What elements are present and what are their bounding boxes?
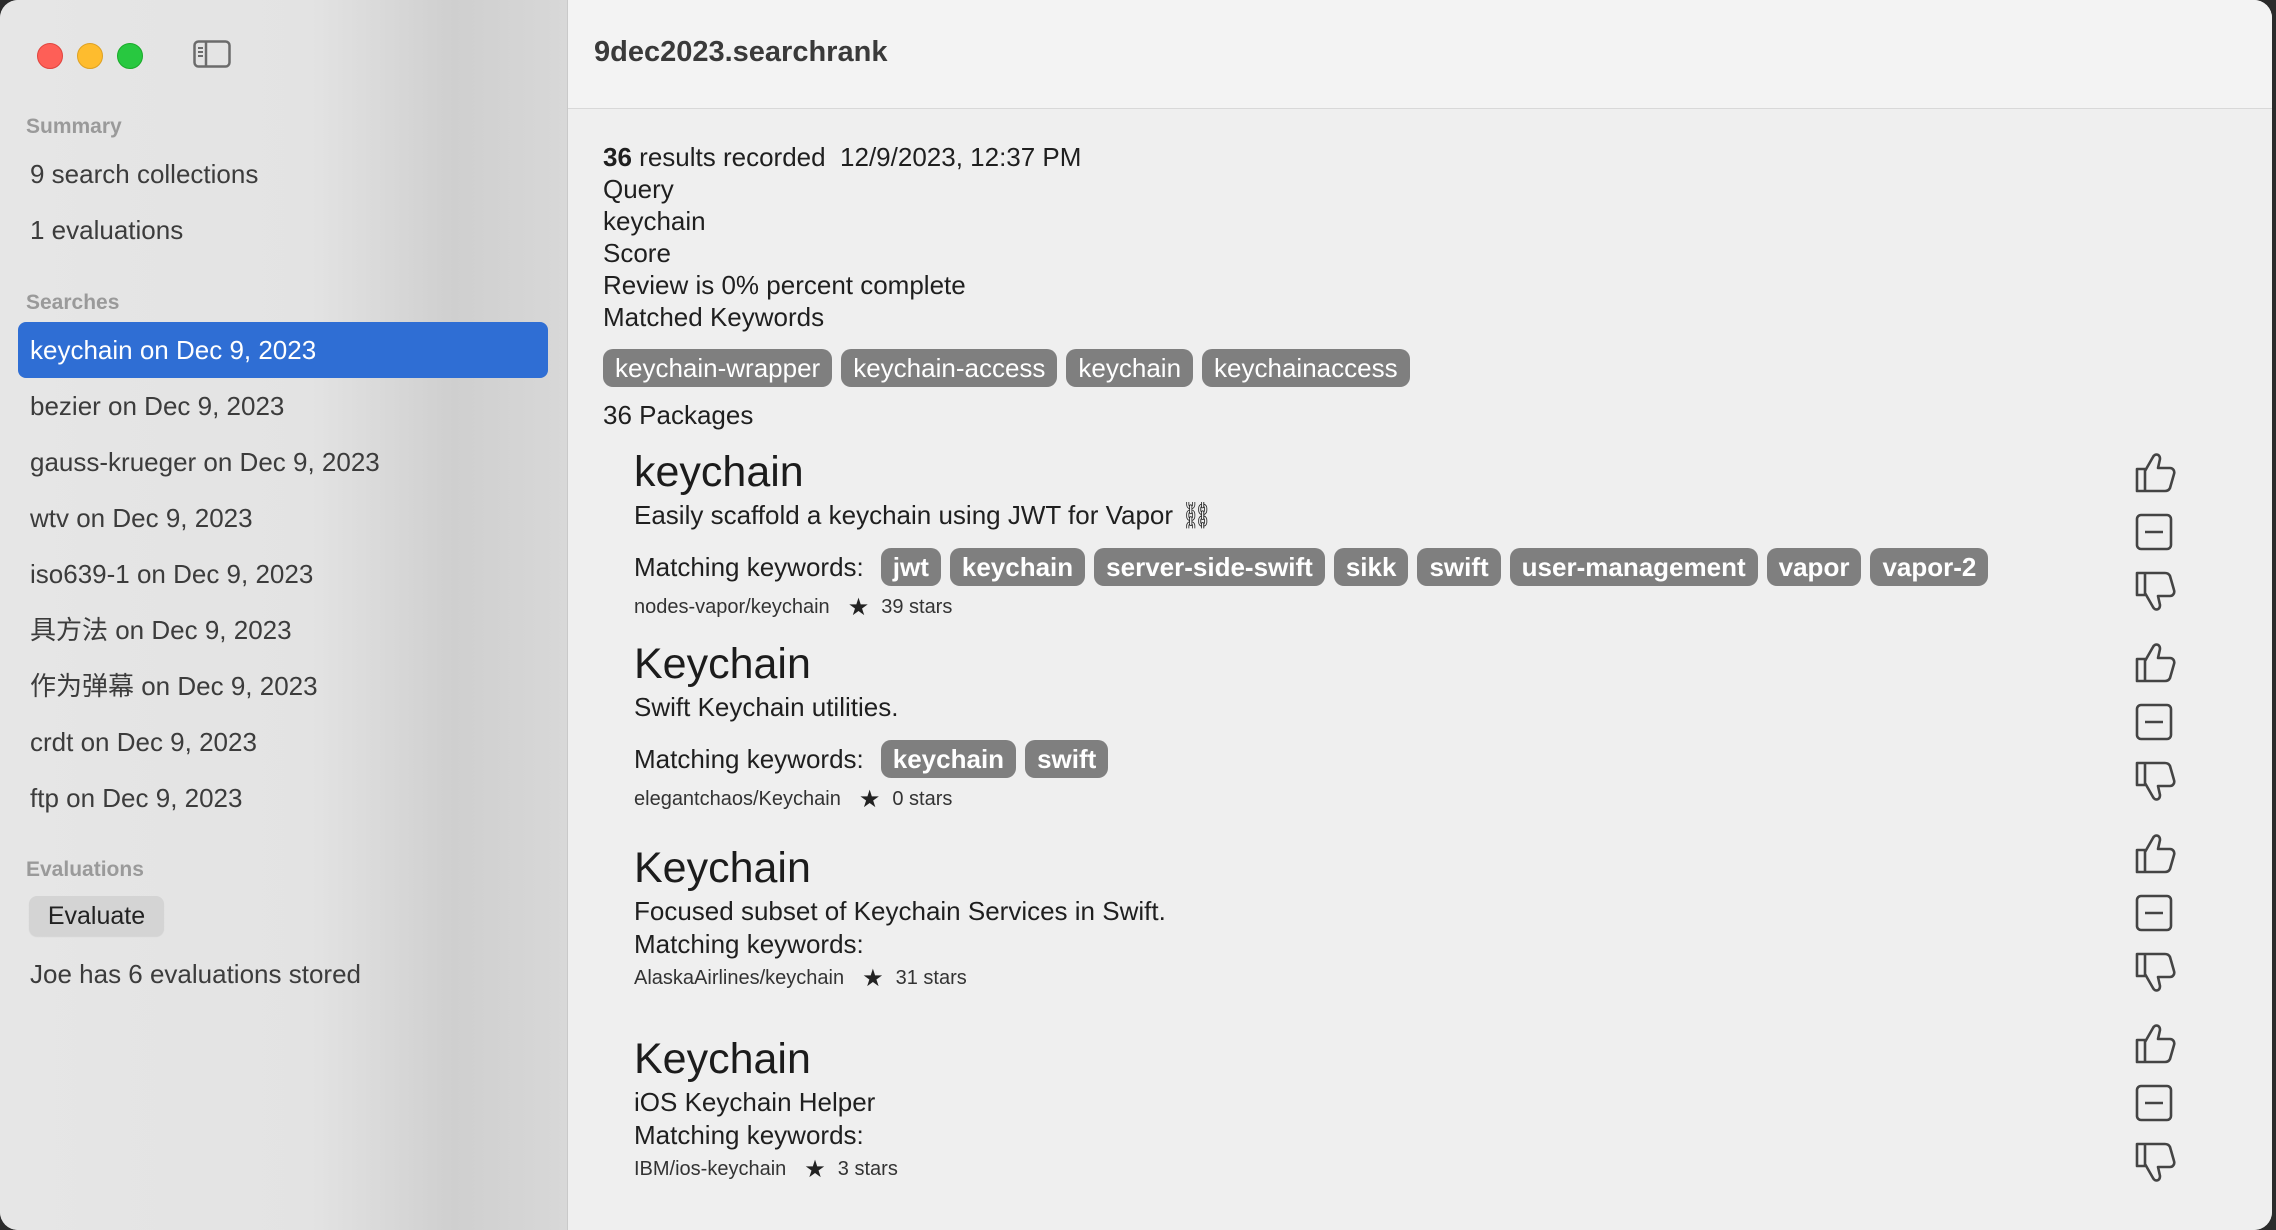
searches-header: Searches [26,291,120,314]
review-progress-text: Review is 0% percent complete [603,270,966,300]
package-stars: 3 stars [837,1158,898,1180]
star-icon: ★ [804,1156,826,1183]
package-description: iOS Keychain Helper [634,1087,876,1117]
matching-keywords-label: Matching keywords: [634,743,864,774]
zoom-window-button[interactable] [117,43,143,69]
package-repo: AlaskaAirlines/keychain [634,967,845,989]
minimize-window-button[interactable] [77,43,103,69]
evaluations-header: Evaluations [26,858,144,881]
keyword-chip: vapor-2 [1870,548,1989,586]
sidebar-search-item[interactable]: wtv on Dec 9, 2023 [18,490,548,546]
sidebar-search-item[interactable]: ftp on Dec 9, 2023 [18,770,548,826]
recorded-timestamp: 12/9/2023, 12:37 PM [840,142,1082,172]
package-repo: IBM/ios-keychain [634,1158,787,1180]
keyword-chip: keychain [880,740,1017,778]
thumbs-up-icon[interactable] [2129,447,2179,497]
package-description: Focused subset of Keychain Services in S… [634,896,1166,926]
thumbs-up-icon[interactable] [2129,828,2179,878]
keyword-chip: vapor [1766,548,1862,586]
package-keywords: Matching keywords: jwt keychain server-s… [634,548,1989,586]
thumbs-down-icon[interactable] [2129,567,2179,617]
thumbs-up-icon[interactable] [2129,637,2179,687]
package-keywords: Matching keywords: keychain swift [634,740,1109,778]
matching-keywords-label: Matching keywords: [634,1120,864,1150]
toolbar: 9dec2023.searchrank [568,0,2272,109]
sidebar-search-item[interactable]: iso639-1 on Dec 9, 2023 [18,546,548,602]
evaluations-note: Joe has 6 evaluations stored [30,959,361,989]
sidebar-search-item[interactable]: gauss-krueger on Dec 9, 2023 [18,434,548,490]
window-title: 9dec2023.searchrank [594,36,888,68]
package-stars: 0 stars [892,788,953,810]
results-label: results recorded [639,142,826,172]
sidebar-search-item[interactable]: 作为弹幕 on Dec 9, 2023 [18,658,548,714]
keyword-chip: keychainaccess [1202,349,1410,387]
sidebar-search-item[interactable]: keychain on Dec 9, 2023 [18,322,548,378]
star-icon: ★ [847,594,870,621]
keyword-chip: keychain [949,548,1086,586]
sidebar-item-evaluations[interactable]: 1 evaluations [30,215,183,246]
package-repo: elegantchaos/Keychain [634,788,841,810]
matched-keywords: keychain-wrapper keychain-access keychai… [603,349,1410,387]
query-value: keychain [603,206,706,236]
matching-keywords-label: Matching keywords: [634,929,864,959]
keyword-chip: user-management [1509,548,1758,586]
package-description: Swift Keychain utilities. [634,692,899,722]
keyword-chip: jwt [880,548,941,586]
matched-keywords-label: Matched Keywords [603,302,825,332]
keyword-chip: server-side-swift [1094,548,1325,586]
package-meta: elegantchaos/Keychain ★ 0 stars [634,785,952,814]
sidebar: Summary 9 search collections 1 evaluatio… [0,0,568,1230]
package-repo: nodes-vapor/keychain [634,596,830,618]
keyword-chip: swift [1417,548,1501,586]
evaluate-button[interactable]: Evaluate [29,896,164,936]
package-meta: nodes-vapor/keychain ★ 39 stars [634,593,952,622]
star-icon: ★ [858,786,881,813]
query-label: Query [603,174,674,204]
results-count: 36 [603,142,632,172]
sidebar-search-item[interactable]: 具方法 on Dec 9, 2023 [18,602,548,658]
package-meta: AlaskaAirlines/keychain ★ 31 stars [634,964,967,993]
package-name: Keychain [634,844,811,892]
minus-square-icon[interactable] [2129,888,2179,938]
keyword-chip: sikk [1333,548,1409,586]
detail-pane: 9dec2023.searchrank 36 results recorded … [568,0,2272,1230]
minus-square-icon[interactable] [2129,697,2179,747]
thumbs-down-icon[interactable] [2129,1138,2179,1188]
package-stars: 31 stars [895,967,967,989]
thumbs-down-icon[interactable] [2129,757,2179,807]
sidebar-item-search-collections[interactable]: 9 search collections [30,159,258,190]
minus-square-icon[interactable] [2129,507,2179,557]
app-window: Summary 9 search collections 1 evaluatio… [0,0,2272,1230]
star-icon: ★ [862,965,884,992]
minus-square-icon[interactable] [2129,1078,2179,1128]
packages-count: 36 Packages [603,400,754,430]
package-name: keychain [634,448,804,496]
keyword-chip: keychain [1066,349,1194,387]
package-stars: 39 stars [881,596,953,618]
thumbs-up-icon[interactable] [2129,1018,2179,1068]
package-description: Easily scaffold a keychain using JWT for… [634,500,1214,530]
matching-keywords-label: Matching keywords: [634,551,864,582]
sidebar-toggle-icon[interactable] [193,40,231,68]
summary-header: Summary [26,115,122,138]
close-window-button[interactable] [37,43,63,69]
package-name: Keychain [634,1035,811,1083]
package-name: Keychain [634,640,811,688]
keyword-chip: keychain-access [841,349,1058,387]
keyword-chip: swift [1025,740,1109,778]
keyword-chip: keychain-wrapper [603,349,833,387]
thumbs-down-icon[interactable] [2129,948,2179,998]
sidebar-search-item[interactable]: crdt on Dec 9, 2023 [18,714,548,770]
sidebar-search-item[interactable]: bezier on Dec 9, 2023 [18,378,548,434]
package-meta: IBM/ios-keychain ★ 3 stars [634,1155,898,1184]
score-label: Score [603,238,671,268]
results-summary: 36 results recorded 12/9/2023, 12:37 PM [603,142,1081,173]
